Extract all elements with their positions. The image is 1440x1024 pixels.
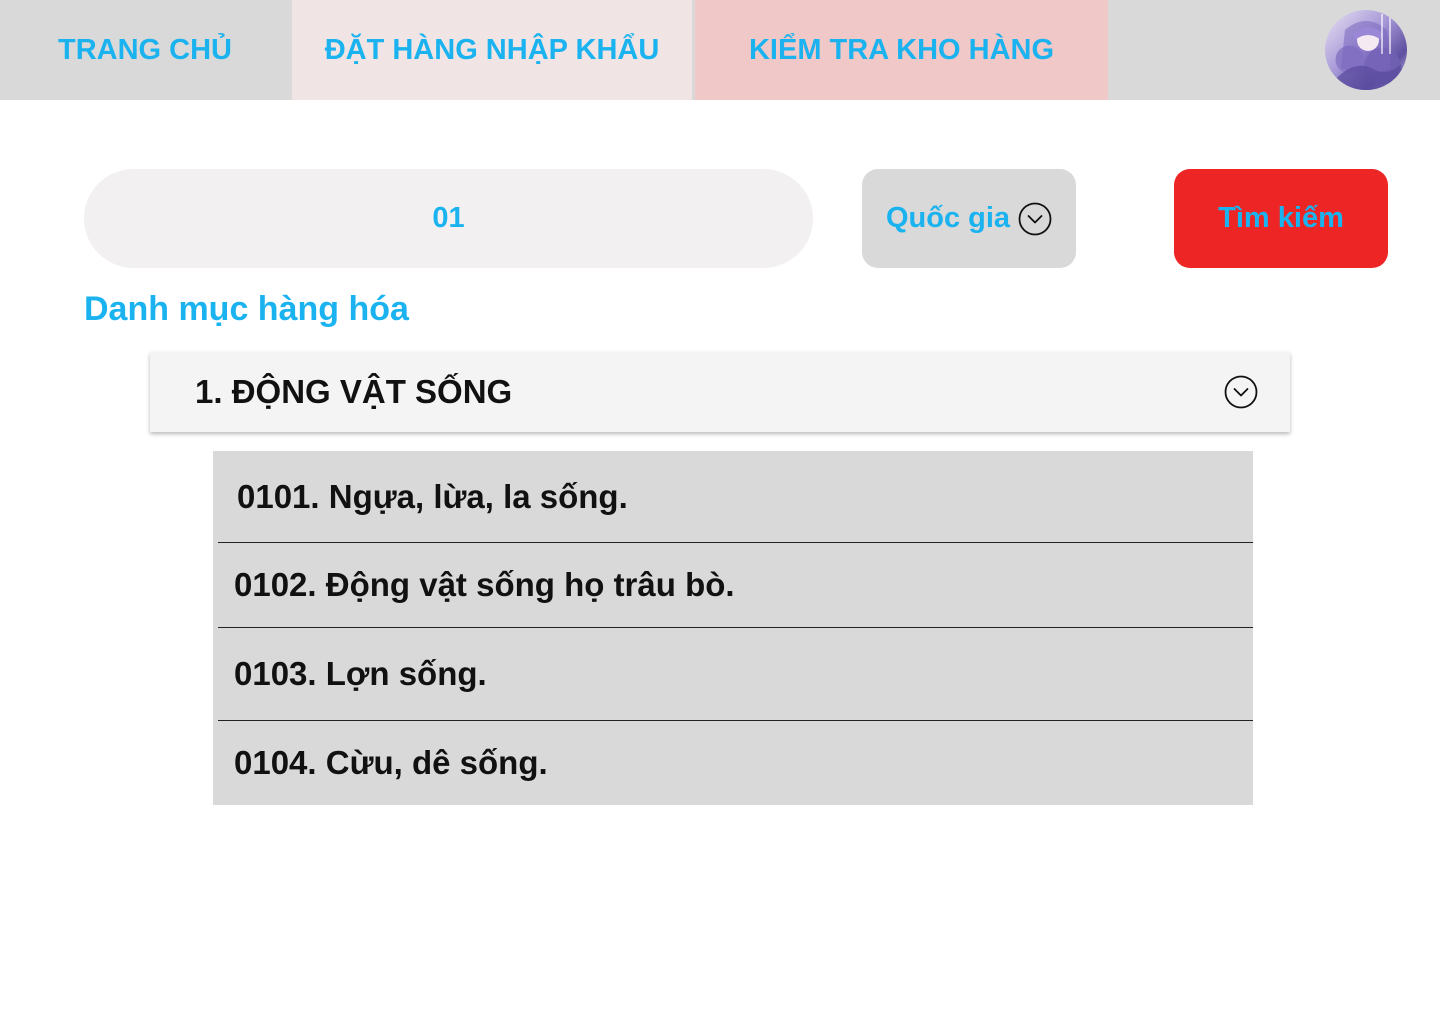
tab-trang-chu[interactable]: TRANG CHỦ [0,0,290,100]
search-input[interactable] [84,169,813,268]
list-item-label: 0102. Động vật sống họ trâu bò. [234,565,735,603]
list-item[interactable]: 0103. Lợn sống. [213,627,1253,720]
anime-avatar-icon [1331,14,1405,90]
tab-kiem-tra-kho-hang[interactable]: KIỂM TRA KHO HÀNG [695,0,1108,100]
list-item[interactable]: 0102. Động vật sống họ trâu bò. [213,542,1253,627]
chevron-down-icon [1224,375,1258,409]
country-dropdown[interactable]: Quốc gia [862,169,1076,268]
list-item[interactable]: 0101. Ngựa, lừa, la sống. [213,451,1253,542]
list-item-label: 0101. Ngựa, lừa, la sống. [237,477,628,515]
chevron-down-icon [1018,202,1052,235]
subcategory-list: 0101. Ngựa, lừa, la sống. 0102. Động vật… [213,451,1253,805]
country-dropdown-label: Quốc gia [885,202,1011,234]
tab-dat-hang-nhap-khau[interactable]: ĐẶT HÀNG NHẬP KHẨU [292,0,692,100]
list-item-label: 0103. Lợn sống. [234,654,487,692]
search-button[interactable]: Tìm kiếm [1174,169,1388,268]
top-navbar: TRANG CHỦ ĐẶT HÀNG NHẬP KHẨU KIỂM TRA KH… [0,0,1440,100]
user-avatar[interactable] [1325,10,1407,90]
category-title: 1. ĐỘNG VẬT SỐNG [195,373,513,410]
catalog-title: Danh mục hàng hóa [84,290,409,328]
list-item[interactable]: 0104. Cừu, dê sống. [213,720,1253,805]
category-accordion-header[interactable]: 1. ĐỘNG VẬT SỐNG [150,352,1290,432]
list-item-label: 0104. Cừu, dê sống. [234,743,548,781]
